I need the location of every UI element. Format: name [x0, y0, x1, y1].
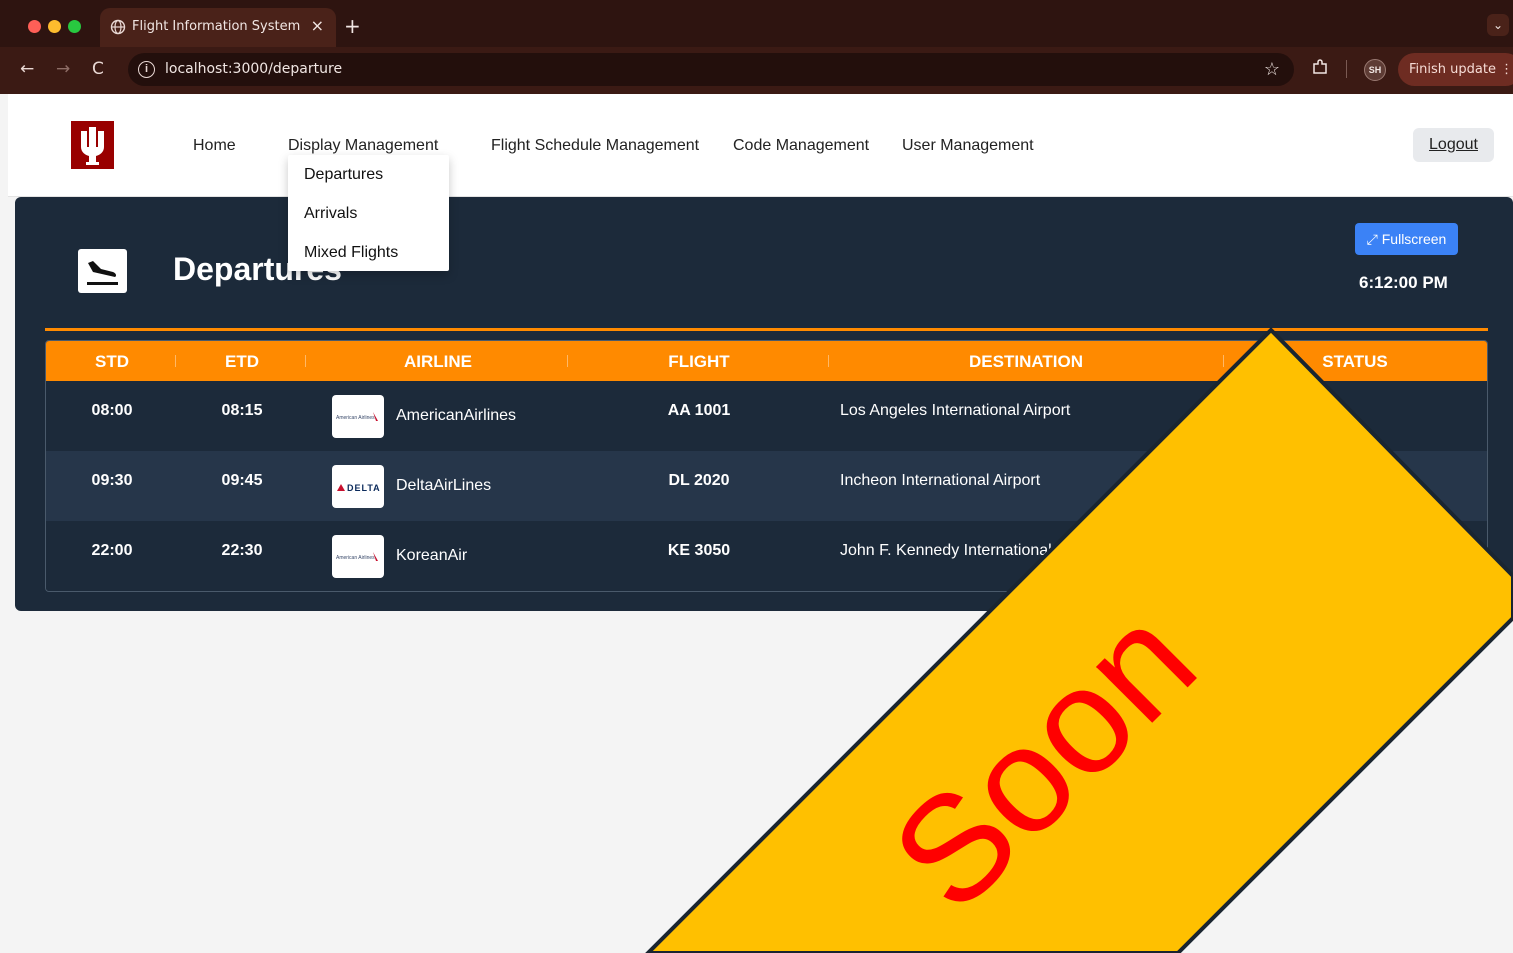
- dropdown-item-departures[interactable]: Departures: [304, 166, 383, 184]
- svg-text:DELTA: DELTA: [347, 483, 381, 493]
- std-cell: 08:00: [91, 402, 133, 419]
- column-separator: [567, 355, 568, 367]
- svg-text:American Airlines: American Airlines: [336, 555, 375, 561]
- browser-tab[interactable]: Flight Information System ×: [100, 8, 336, 47]
- table-row[interactable]: 08:00 08:15 American Airlines AmericanAi…: [46, 381, 1487, 451]
- departure-plane-icon: [78, 249, 127, 293]
- column-header-destination: DESTINATION: [969, 352, 1083, 371]
- profile-avatar[interactable]: SH: [1364, 59, 1386, 81]
- address-bar[interactable]: i localhost:3000/departure ☆: [128, 53, 1294, 86]
- table-row[interactable]: 09:30 09:45 DELTA DeltaAirLines DL 2020 …: [46, 451, 1487, 521]
- new-tab-button[interactable]: +: [344, 14, 361, 38]
- tab-search-icon[interactable]: ⌄: [1487, 14, 1509, 36]
- table-row[interactable]: 22:00 22:30 American Airlines KoreanAir …: [46, 521, 1487, 591]
- etd-cell: 08:15: [221, 402, 263, 419]
- extensions-icon[interactable]: [1311, 58, 1329, 76]
- flights-table: STD ETD AIRLINE FLIGHT DESTINATION STATU…: [45, 340, 1488, 592]
- american-airlines-logo: American Airlines: [332, 395, 384, 438]
- destination-cell: Los Angeles International Airport: [840, 402, 1071, 419]
- column-separator: [305, 355, 306, 367]
- airline-name: KoreanAir: [396, 547, 468, 564]
- reload-icon[interactable]: C: [92, 59, 104, 79]
- column-separator: [1223, 355, 1224, 367]
- browser-chrome: Flight Information System × + ⌄ ← → C i …: [0, 0, 1513, 94]
- column-header-flight: FLIGHT: [668, 352, 730, 371]
- nav-home[interactable]: Home: [193, 137, 236, 155]
- airline-name: AmericanAirlines: [396, 407, 517, 424]
- column-separator: [175, 355, 176, 367]
- dropdown-item-arrivals[interactable]: Arrivals: [304, 205, 357, 223]
- app-header: Home Display Management Flight Schedule …: [8, 94, 1513, 197]
- nav-flight-schedule-management[interactable]: Flight Schedule Management: [491, 137, 699, 155]
- flight-number: AA 1001: [667, 402, 731, 419]
- tab-bar: Flight Information System × + ⌄: [0, 0, 1513, 47]
- close-window-button[interactable]: [28, 20, 41, 33]
- display-management-dropdown: Departures Arrivals Mixed Flights: [288, 155, 449, 271]
- maximize-window-button[interactable]: [68, 20, 81, 33]
- nav-user-management[interactable]: User Management: [902, 137, 1034, 155]
- fullscreen-button[interactable]: ⤢ Fullscreen: [1355, 223, 1458, 255]
- university-logo[interactable]: [71, 121, 114, 169]
- column-header-airline: AIRLINE: [404, 352, 472, 371]
- nav-code-management[interactable]: Code Management: [733, 137, 869, 155]
- etd-cell: 22:30: [221, 542, 263, 559]
- minimize-window-button[interactable]: [48, 20, 61, 33]
- logout-button[interactable]: Logout: [1413, 128, 1494, 162]
- soon-banner-text: Soon: [860, 575, 1227, 942]
- site-info-icon[interactable]: i: [138, 61, 155, 78]
- back-icon[interactable]: ←: [20, 59, 34, 79]
- delta-logo: DELTA: [332, 465, 384, 508]
- finish-update-button[interactable]: Finish update ⋮: [1398, 53, 1513, 86]
- board-clock: 6:12:00 PM: [1359, 273, 1448, 292]
- etd-cell: 09:45: [221, 472, 263, 489]
- globe-icon: [110, 19, 126, 35]
- nav-display-management[interactable]: Display Management: [288, 137, 438, 155]
- dropdown-item-mixed-flights[interactable]: Mixed Flights: [304, 244, 398, 262]
- std-cell: 22:00: [91, 542, 133, 559]
- table-header: STD ETD AIRLINE FLIGHT DESTINATION STATU…: [46, 341, 1487, 381]
- forward-icon[interactable]: →: [56, 59, 70, 79]
- flight-number: DL 2020: [668, 472, 730, 489]
- url-text[interactable]: localhost:3000/departure: [165, 61, 342, 77]
- board-divider: [45, 328, 1488, 331]
- tab-title: Flight Information System: [132, 19, 301, 34]
- column-header-status: STATUS: [1322, 352, 1388, 371]
- destination-cell: John F. Kennedy International: [840, 542, 1052, 559]
- svg-text:American Airlines: American Airlines: [336, 415, 375, 421]
- column-header-etd: ETD: [225, 352, 259, 371]
- column-header-std: STD: [95, 352, 129, 371]
- departures-board: Departures ⤢ Fullscreen 6:12:00 PM STD E…: [15, 197, 1513, 611]
- bookmark-star-icon[interactable]: ☆: [1264, 59, 1280, 80]
- std-cell: 09:30: [91, 472, 133, 489]
- close-tab-icon[interactable]: ×: [311, 16, 324, 35]
- destination-cell: Incheon International Airport: [840, 472, 1041, 489]
- column-separator: [828, 355, 829, 367]
- trident-logo-icon: [81, 127, 104, 165]
- flight-number: KE 3050: [667, 542, 731, 559]
- airline-name: DeltaAirLines: [396, 477, 492, 494]
- korean-air-logo: American Airlines: [332, 535, 384, 578]
- toolbar-separator: [1346, 60, 1347, 78]
